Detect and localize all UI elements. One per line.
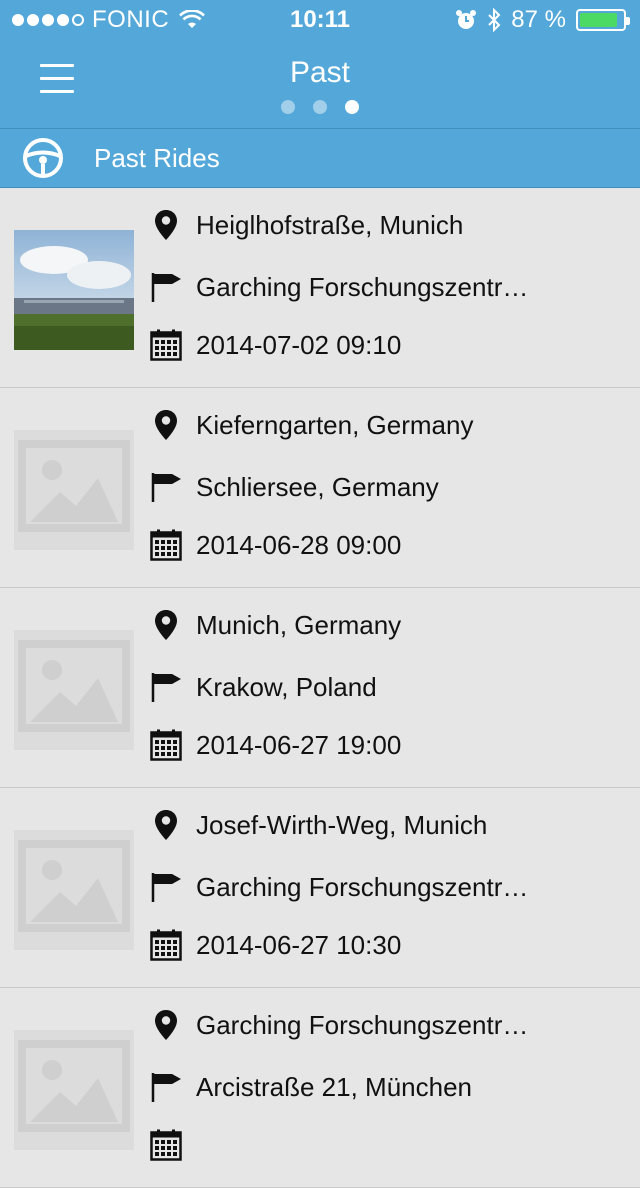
flag-icon — [150, 470, 182, 504]
page-indicator[interactable] — [0, 100, 640, 114]
ride-list-item[interactable]: Garching Forschungszentr… Arcistraße 21,… — [0, 988, 640, 1188]
ride-origin: Garching Forschungszentr… — [196, 1009, 529, 1040]
flag-icon — [150, 670, 182, 704]
battery-icon — [576, 9, 630, 31]
ride-list: Heiglhofstraße, Munich Garching Forschun… — [0, 188, 640, 1188]
ride-destination: Krakow, Poland — [196, 671, 377, 702]
image-placeholder-icon — [14, 630, 134, 750]
ride-photo-placeholder — [14, 630, 134, 750]
page-dot[interactable] — [313, 100, 327, 114]
ride-list-item[interactable]: Josef-Wirth-Weg, Munich Garching Forschu… — [0, 788, 640, 988]
status-bar: FONIC 10:11 87 % — [0, 0, 640, 40]
section-title: Past Rides — [94, 142, 220, 173]
calendar-icon — [150, 728, 182, 762]
page-title: Past — [289, 56, 351, 89]
ride-date: 2014-06-28 09:00 — [196, 529, 402, 560]
ride-destination: Garching Forschungszentr… — [196, 271, 529, 302]
flag-icon — [150, 270, 182, 304]
ride-origin: Kieferngarten, Germany — [196, 409, 474, 440]
header-bar: FONIC 10:11 87 % Past — [0, 0, 640, 128]
ride-destination: Schliersee, Germany — [196, 471, 439, 502]
flag-icon — [150, 870, 182, 904]
calendar-icon — [150, 328, 182, 362]
ride-photo-image — [14, 230, 134, 350]
section-header: Past Rides — [0, 128, 640, 188]
image-placeholder-icon — [14, 430, 134, 550]
ride-photo — [14, 230, 134, 350]
location-pin-icon — [150, 608, 182, 642]
ride-photo-placeholder — [14, 830, 134, 950]
ride-origin: Munich, Germany — [196, 609, 402, 640]
location-pin-icon — [150, 208, 182, 242]
steering-wheel-icon — [23, 138, 63, 178]
ride-list-item[interactable]: Munich, Germany Krakow, Poland 2014-06-2… — [0, 588, 640, 788]
flag-icon — [150, 1070, 182, 1104]
ride-origin: Josef-Wirth-Weg, Munich — [196, 809, 488, 840]
ride-origin: Heiglhofstraße, Munich — [196, 209, 464, 240]
ride-photo-placeholder — [14, 1030, 134, 1150]
ride-destination: Arcistraße 21, München — [196, 1071, 473, 1102]
ride-photo-placeholder — [14, 430, 134, 550]
ride-list-item[interactable]: Kieferngarten, Germany Schliersee, Germa… — [0, 388, 640, 588]
battery-percent: 87 % — [511, 6, 566, 33]
location-pin-icon — [150, 1008, 182, 1042]
ride-destination: Garching Forschungszentr… — [196, 871, 529, 902]
page-dot-active[interactable] — [345, 100, 359, 114]
calendar-icon — [150, 1128, 182, 1162]
bluetooth-icon — [488, 8, 501, 32]
location-pin-icon — [150, 808, 182, 842]
calendar-icon — [150, 528, 182, 562]
image-placeholder-icon — [14, 830, 134, 950]
ride-date: 2014-07-02 09:10 — [196, 329, 402, 360]
alarm-icon — [456, 10, 477, 29]
image-placeholder-icon — [14, 1030, 134, 1150]
calendar-icon — [150, 928, 182, 962]
ride-list-item[interactable]: Heiglhofstraße, Munich Garching Forschun… — [0, 188, 640, 388]
ride-date: 2014-06-27 10:30 — [196, 929, 402, 960]
page-dot[interactable] — [281, 100, 295, 114]
ride-date: 2014-06-27 19:00 — [196, 729, 402, 760]
location-pin-icon — [150, 408, 182, 442]
